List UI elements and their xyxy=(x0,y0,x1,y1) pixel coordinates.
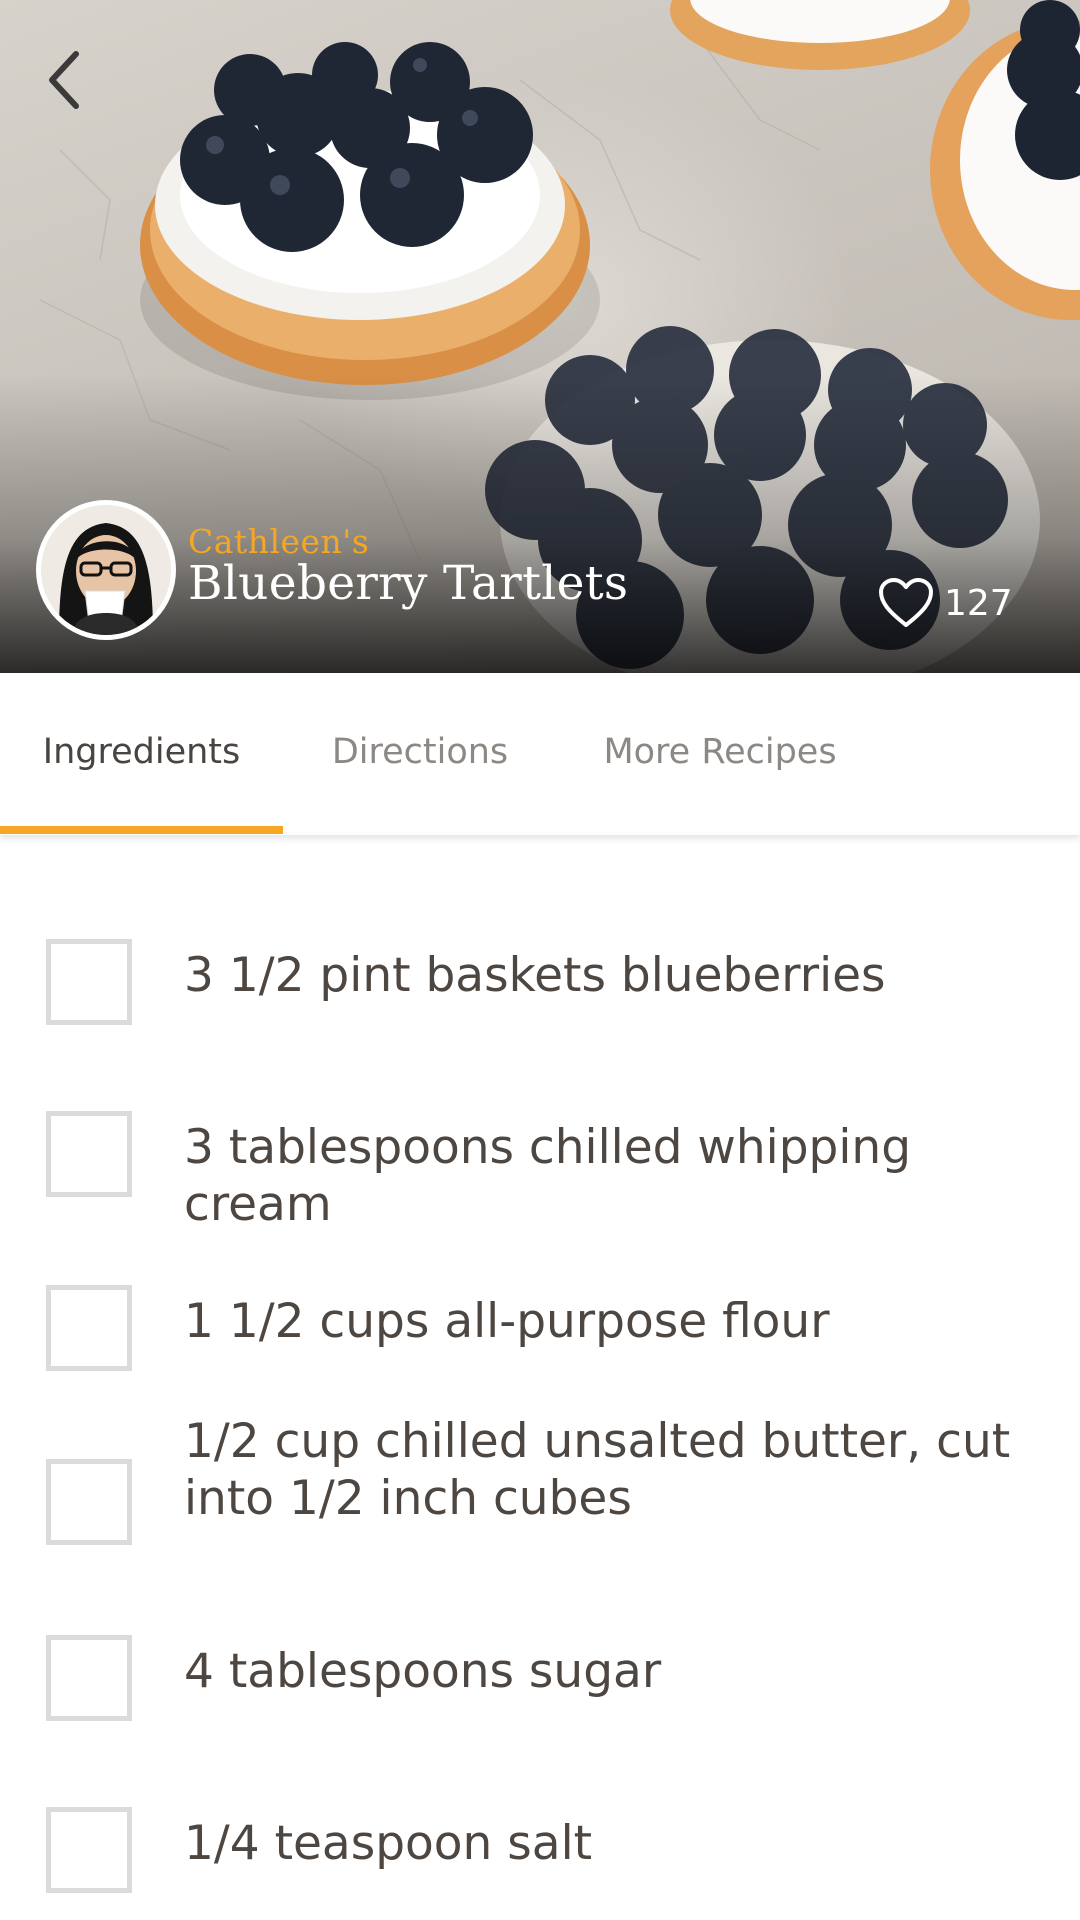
ingredient-checkbox[interactable] xyxy=(46,1807,132,1893)
ingredient-checkbox[interactable] xyxy=(46,1285,132,1371)
ingredient-text: 3 tablespoons chilled whipping cream xyxy=(184,1120,912,1232)
ingredient-text: 3 1/2 pint baskets blueberries xyxy=(184,948,886,1003)
back-button[interactable] xyxy=(34,42,94,118)
like-button[interactable]: 127 xyxy=(878,572,1013,634)
tab-directions[interactable]: Directions xyxy=(300,673,540,831)
heart-outline-icon xyxy=(879,578,933,627)
ingredient-checkbox[interactable] xyxy=(46,1111,132,1197)
ingredient-checkbox[interactable] xyxy=(46,1459,132,1545)
ingredient-text: 1/4 teaspoon salt xyxy=(184,1816,593,1871)
chevron-left-icon xyxy=(49,51,79,109)
tab-bar: Ingredients Directions More Recipes xyxy=(0,673,1080,835)
like-count: 127 xyxy=(944,582,1013,624)
ingredient-text: 1 1/2 cups all-purpose flour xyxy=(184,1294,830,1349)
recipe-title: Blueberry Tartlets xyxy=(188,556,629,611)
active-tab-indicator xyxy=(0,826,283,834)
ingredient-checkbox[interactable] xyxy=(46,939,132,1025)
tab-ingredients[interactable]: Ingredients xyxy=(0,673,283,831)
ingredient-text: 1/2 cup chilled unsalted butter, cut int… xyxy=(184,1414,1011,1526)
author-photo xyxy=(41,505,171,635)
hero-image: Cathleen's Blueberry Tartlets 127 xyxy=(0,0,1080,673)
tab-more-recipes[interactable]: More Recipes xyxy=(590,673,850,831)
ingredient-checkbox[interactable] xyxy=(46,1635,132,1721)
avatar[interactable] xyxy=(36,500,176,640)
ingredient-text: 4 tablespoons sugar xyxy=(184,1644,662,1699)
